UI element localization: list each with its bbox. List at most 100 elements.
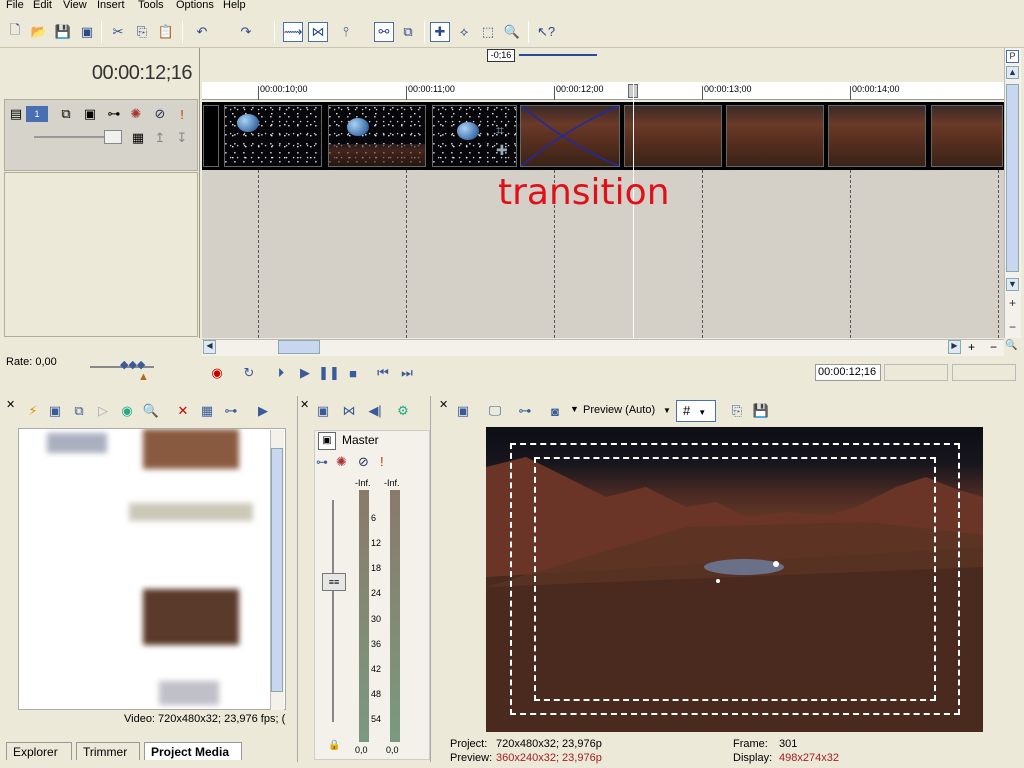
mute-icon[interactable]: ⊘ [152,106,168,122]
remove-icon[interactable]: ✕ [174,402,192,420]
master-fader-thumb[interactable]: ≡≡ [322,573,346,591]
menu-tools[interactable]: Tools [138,0,164,12]
zoom-tool-icon[interactable]: 🔍 [502,22,522,42]
zoom-in-time-icon[interactable]: + [965,340,978,354]
capture-icon[interactable]: ▣ [46,402,64,420]
menu-options[interactable]: Options [176,0,214,12]
close-preview-icon[interactable]: ✕ [439,398,448,411]
overlays-button[interactable]: # ▼ [676,400,716,422]
media-list[interactable] [18,428,286,710]
media-thumbnail[interactable] [143,589,239,645]
master-mute-icon[interactable]: ⊘ [358,454,369,470]
vertical-scroll-thumb[interactable] [1006,84,1019,272]
insert-bus-icon[interactable]: ⚙ [394,402,412,420]
fader-lock-icon[interactable]: 🔒 [328,740,340,751]
ripple-edit-icon[interactable]: ⟿ [283,22,303,42]
track-properties-icon[interactable]: ▦ [130,130,146,146]
paste-icon[interactable]: 📋 [156,22,176,42]
snapping-icon[interactable]: ⫯ [336,22,356,42]
copy-snapshot-icon[interactable]: ⎘ [728,402,746,420]
menu-file[interactable]: File [6,0,24,12]
master-fx-chain-icon[interactable]: ⊶ [316,455,328,469]
move-down-icon[interactable]: ↧ [174,130,190,146]
master-fader-track[interactable] [332,500,334,722]
media-properties-icon[interactable]: ▦ [198,402,216,420]
web-media-icon[interactable]: ◉ [118,402,136,420]
video-fx-chain-icon[interactable]: ⊶ [516,402,534,420]
media-scroll-thumb[interactable] [271,448,283,692]
rate-slider-thumb[interactable]: ◆◆◆ [120,358,145,371]
quality-dropdown-icon[interactable]: ▼ [663,406,671,415]
menu-view[interactable]: View [63,0,87,12]
transport-time-field[interactable]: 00:00:12;16 [815,364,881,381]
zoom-out-vertical-icon[interactable]: − [1006,320,1019,334]
track-fx-icon[interactable]: ✺ [128,106,144,122]
transition-region[interactable] [520,105,620,167]
zoom-magnify-icon[interactable]: 🔍 [1005,340,1018,354]
composite-parent-icon[interactable]: ⊶ [106,106,122,122]
open-icon[interactable]: 📂 [29,22,49,42]
media-thumbnail[interactable] [159,681,219,705]
move-up-icon[interactable]: ↥ [152,130,168,146]
normal-edit-tool-icon[interactable]: ✚ [430,22,450,42]
master-properties-icon[interactable]: ▣ [318,432,336,450]
help-pointer-icon[interactable]: ↖? [536,22,556,42]
zoom-in-vertical-icon[interactable]: + [1006,296,1019,310]
dim-output-icon[interactable]: ◀| [366,402,384,420]
save-icon[interactable]: 💾 [53,22,73,42]
save-snapshot-icon[interactable]: 💾 [752,402,770,420]
preview-properties-icon[interactable]: ▣ [454,402,472,420]
event-pan-icon[interactable]: ✚ [496,142,508,159]
menu-insert[interactable]: Insert [97,0,125,12]
horizontal-scroll-thumb[interactable] [278,340,320,354]
track-motion-icon[interactable]: ⧉ [58,106,74,122]
envelope-tool-icon[interactable]: ⟡ [454,22,474,42]
properties-icon[interactable]: ▣ [77,22,97,42]
menu-edit[interactable]: Edit [33,0,52,12]
close-panel-icon[interactable]: ✕ [6,398,15,411]
compositing-mode-icon[interactable]: ▣ [82,106,98,122]
mixer-properties-icon[interactable]: ▣ [314,402,332,420]
media-thumbnail[interactable] [143,429,239,469]
selection-length-field[interactable] [952,364,1016,381]
cut-icon[interactable]: ✂ [108,22,128,42]
go-to-start-icon[interactable]: ⏮ [374,364,392,382]
folder-tree-item[interactable] [47,433,107,453]
pause-icon[interactable]: ❚❚ [318,364,340,382]
go-to-end-icon[interactable]: ⏭ [398,364,416,382]
copy-icon[interactable]: ⎘ [132,22,152,42]
downmix-icon[interactable]: ⋈ [340,402,358,420]
zoom-out-time-icon[interactable]: − [987,340,1000,354]
tab-explorer[interactable]: Explorer [6,742,72,760]
auto-crossfade-icon[interactable]: ⋈ [308,22,328,42]
scroll-right-icon[interactable]: ▶ [948,340,961,354]
crop-icon[interactable]: ⌗ [496,122,504,139]
preview-play-icon[interactable]: ▶ [254,402,272,420]
search-media-icon[interactable]: 🔍 [142,402,160,420]
marker-icon[interactable]: P [1006,50,1019,63]
overlays-dropdown-icon[interactable]: ▼ [698,408,706,417]
master-fx-icon[interactable]: ✺ [336,454,347,470]
horizontal-scrollbar[interactable] [202,339,1004,356]
split-dropdown-icon[interactable]: ▼ [570,404,579,414]
split-screen-icon[interactable]: ◙ [546,402,564,420]
get-media-icon[interactable]: ⧉ [70,402,88,420]
play-icon[interactable]: ▶ [296,364,314,382]
scroll-left-icon[interactable]: ◀ [203,340,216,354]
new-icon[interactable]: 🗋 [5,22,25,42]
menu-help[interactable]: Help [223,0,246,12]
tab-trimmer[interactable]: Trimmer [76,742,140,760]
tab-project-media[interactable]: Project Media [144,742,242,760]
lock-envelopes-icon[interactable]: ⚯ [374,22,394,42]
burn-icon[interactable]: ▷ [94,402,112,420]
scroll-up-icon[interactable]: ▲ [1006,66,1019,79]
import-media-icon[interactable]: ⚡ [24,402,42,420]
redo-icon[interactable]: ↷ [236,22,256,42]
media-fx-icon[interactable]: ⊶ [222,402,240,420]
selection-start-field[interactable] [884,364,948,381]
record-icon[interactable]: ◉ [208,364,226,382]
master-solo-icon[interactable]: ! [380,454,384,469]
ignore-grouping-icon[interactable]: ⧉ [398,22,418,42]
scroll-down-icon[interactable]: ▼ [1006,278,1019,291]
stop-icon[interactable]: ■ [344,364,362,382]
